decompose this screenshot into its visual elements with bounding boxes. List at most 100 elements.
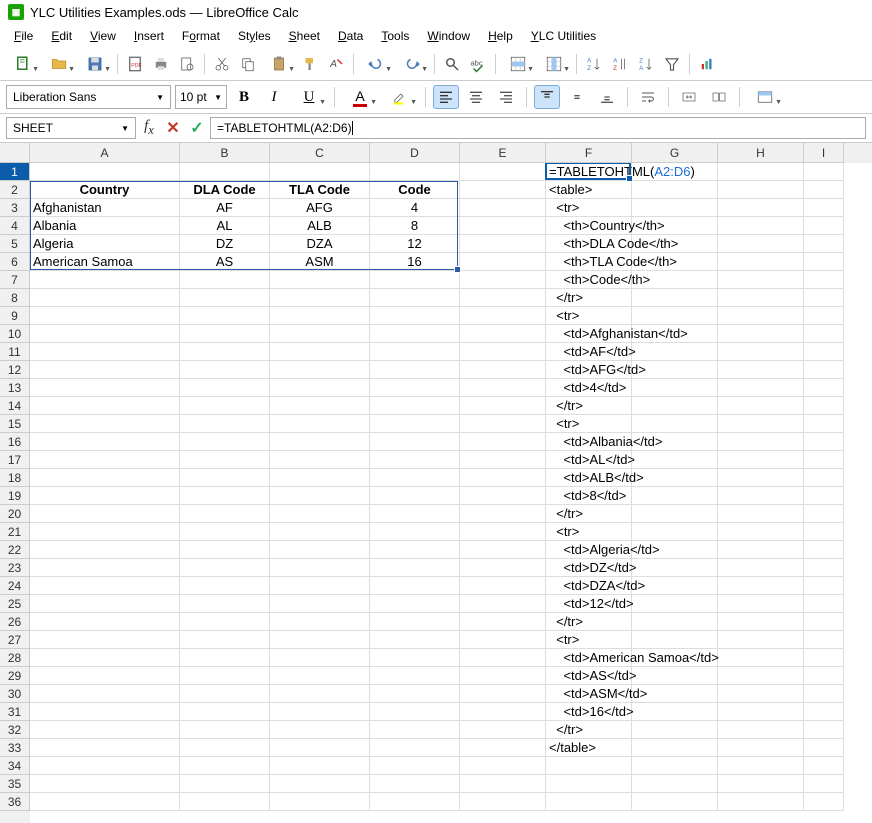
cell-E20[interactable] — [460, 505, 546, 523]
cell-B33[interactable] — [180, 739, 270, 757]
cell-H26[interactable] — [718, 613, 804, 631]
cell-E28[interactable] — [460, 649, 546, 667]
cell-I17[interactable] — [804, 451, 844, 469]
align-right-button[interactable] — [493, 85, 519, 109]
cell-H19[interactable] — [718, 487, 804, 505]
cell-B18[interactable] — [180, 469, 270, 487]
menu-window[interactable]: Window — [419, 26, 478, 46]
cell-A14[interactable] — [30, 397, 180, 415]
cell-C29[interactable] — [270, 667, 370, 685]
cell-E19[interactable] — [460, 487, 546, 505]
cell-B27[interactable] — [180, 631, 270, 649]
cell-E30[interactable] — [460, 685, 546, 703]
cell-D14[interactable] — [370, 397, 460, 415]
cell-B24[interactable] — [180, 577, 270, 595]
cell-A24[interactable] — [30, 577, 180, 595]
cell-A17[interactable] — [30, 451, 180, 469]
row-header-25[interactable]: 25 — [0, 595, 30, 613]
cell-E35[interactable] — [460, 775, 546, 793]
cell-E10[interactable] — [460, 325, 546, 343]
cell-D29[interactable] — [370, 667, 460, 685]
cell-B34[interactable] — [180, 757, 270, 775]
row-header-23[interactable]: 23 — [0, 559, 30, 577]
cell-H17[interactable] — [718, 451, 804, 469]
cell-A35[interactable] — [30, 775, 180, 793]
formula-input[interactable]: =TABLETOHTML(A2:D6) — [210, 117, 866, 139]
cell-G34[interactable] — [632, 757, 718, 775]
cell-A1[interactable] — [30, 163, 180, 181]
cell-F34[interactable] — [546, 757, 632, 775]
spreadsheet-grid[interactable]: ABCDEFGHI 123456789101112131415161718192… — [0, 143, 872, 823]
cell-D19[interactable] — [370, 487, 460, 505]
cell-I29[interactable] — [804, 667, 844, 685]
cell-D33[interactable] — [370, 739, 460, 757]
clone-formatting-button[interactable] — [298, 52, 322, 76]
cell-A4[interactable]: Albania — [30, 217, 180, 235]
row-header-17[interactable]: 17 — [0, 451, 30, 469]
menu-format[interactable]: Format — [174, 26, 228, 46]
highlight-button[interactable]: ▼ — [382, 85, 418, 109]
cell-E15[interactable] — [460, 415, 546, 433]
cell-A19[interactable] — [30, 487, 180, 505]
align-bottom-button[interactable] — [594, 85, 620, 109]
row-header-24[interactable]: 24 — [0, 577, 30, 595]
export-pdf-button[interactable]: PDF — [123, 52, 147, 76]
row-headers[interactable]: 1234567891011121314151617181920212223242… — [0, 163, 30, 823]
cell-A34[interactable] — [30, 757, 180, 775]
cell-D16[interactable] — [370, 433, 460, 451]
cell-E21[interactable] — [460, 523, 546, 541]
row-header-18[interactable]: 18 — [0, 469, 30, 487]
cell-B29[interactable] — [180, 667, 270, 685]
font-color-button[interactable]: A▼ — [342, 85, 378, 109]
cell-I19[interactable] — [804, 487, 844, 505]
cell-B20[interactable] — [180, 505, 270, 523]
col-header-E[interactable]: E — [460, 143, 546, 163]
cell-C33[interactable] — [270, 739, 370, 757]
cell-E9[interactable] — [460, 307, 546, 325]
align-left-button[interactable] — [433, 85, 459, 109]
cell-H14[interactable] — [718, 397, 804, 415]
font-name-combo[interactable]: Liberation Sans▼ — [6, 85, 171, 109]
cell-A18[interactable] — [30, 469, 180, 487]
cell-H18[interactable] — [718, 469, 804, 487]
cell-I2[interactable] — [804, 181, 844, 199]
cell-E1[interactable] — [460, 163, 546, 181]
cell-I10[interactable] — [804, 325, 844, 343]
cell-A12[interactable] — [30, 361, 180, 379]
cell-B8[interactable] — [180, 289, 270, 307]
cell-I13[interactable] — [804, 379, 844, 397]
cell-H5[interactable] — [718, 235, 804, 253]
save-button[interactable]: ▼ — [78, 52, 112, 76]
row-header-31[interactable]: 31 — [0, 703, 30, 721]
cell-E5[interactable] — [460, 235, 546, 253]
cut-button[interactable] — [210, 52, 234, 76]
menu-sheet[interactable]: Sheet — [281, 26, 328, 46]
cell-I28[interactable] — [804, 649, 844, 667]
cell-E4[interactable] — [460, 217, 546, 235]
cell-I20[interactable] — [804, 505, 844, 523]
function-wizard-button[interactable]: fx — [138, 117, 160, 139]
cell-E24[interactable] — [460, 577, 546, 595]
row-header-29[interactable]: 29 — [0, 667, 30, 685]
cell-B22[interactable] — [180, 541, 270, 559]
cell-I1[interactable] — [804, 163, 844, 181]
cell-H9[interactable] — [718, 307, 804, 325]
cell-B11[interactable] — [180, 343, 270, 361]
col-header-I[interactable]: I — [804, 143, 844, 163]
cell-I5[interactable] — [804, 235, 844, 253]
row-header-35[interactable]: 35 — [0, 775, 30, 793]
cell-D2[interactable]: Code — [370, 181, 460, 199]
cell-B16[interactable] — [180, 433, 270, 451]
cell-D35[interactable] — [370, 775, 460, 793]
cell-E8[interactable] — [460, 289, 546, 307]
cell-B9[interactable] — [180, 307, 270, 325]
cell-I8[interactable] — [804, 289, 844, 307]
row-header-14[interactable]: 14 — [0, 397, 30, 415]
autofilter-button[interactable] — [660, 52, 684, 76]
cell-D31[interactable] — [370, 703, 460, 721]
cell-H33[interactable] — [718, 739, 804, 757]
cell-B21[interactable] — [180, 523, 270, 541]
cell-I36[interactable] — [804, 793, 844, 811]
cell-I18[interactable] — [804, 469, 844, 487]
cell-H10[interactable] — [718, 325, 804, 343]
